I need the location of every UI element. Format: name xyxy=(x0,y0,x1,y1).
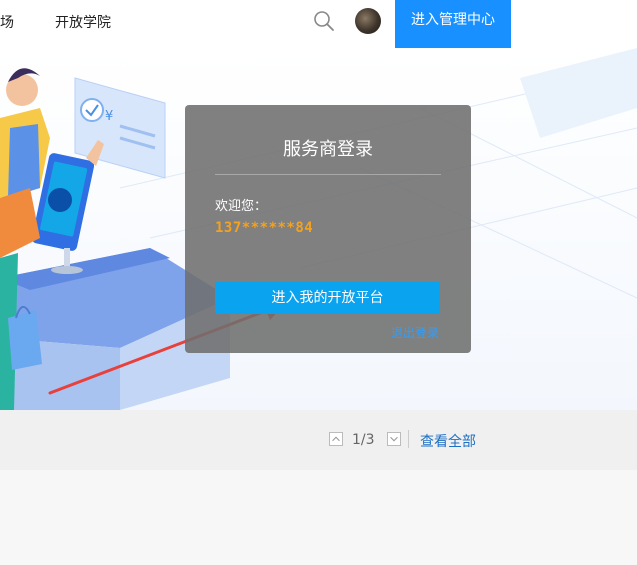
divider xyxy=(408,430,409,448)
welcome-label: 欢迎您： xyxy=(215,199,268,214)
chevron-up-icon[interactable] xyxy=(329,432,343,446)
search-icon[interactable] xyxy=(313,10,335,32)
nav-item-partial[interactable]: 场 xyxy=(0,12,14,32)
chevron-down-icon[interactable] xyxy=(387,432,401,446)
masked-phone: 137******84 xyxy=(215,220,314,236)
divider xyxy=(215,174,441,175)
admin-center-button[interactable]: 进入管理中心 xyxy=(395,0,511,48)
top-navigation: 场 开放学院 进入管理中心 xyxy=(0,0,637,48)
pager-bar: 1/3 查看全部 xyxy=(0,410,637,470)
nav-item-academy[interactable]: 开放学院 xyxy=(55,12,111,32)
page-indicator: 1/3 xyxy=(352,432,375,448)
login-card: 服务商登录 欢迎您： 137******84 进入我的开放平台 退出登录 xyxy=(185,105,471,353)
enter-open-platform-button[interactable]: 进入我的开放平台 xyxy=(215,282,440,314)
view-all-link[interactable]: 查看全部 xyxy=(420,431,476,451)
avatar[interactable] xyxy=(355,8,381,34)
logout-link[interactable]: 退出登录 xyxy=(391,324,439,341)
login-card-title: 服务商登录 xyxy=(283,139,373,160)
price-symbol: ¥ xyxy=(105,109,113,124)
